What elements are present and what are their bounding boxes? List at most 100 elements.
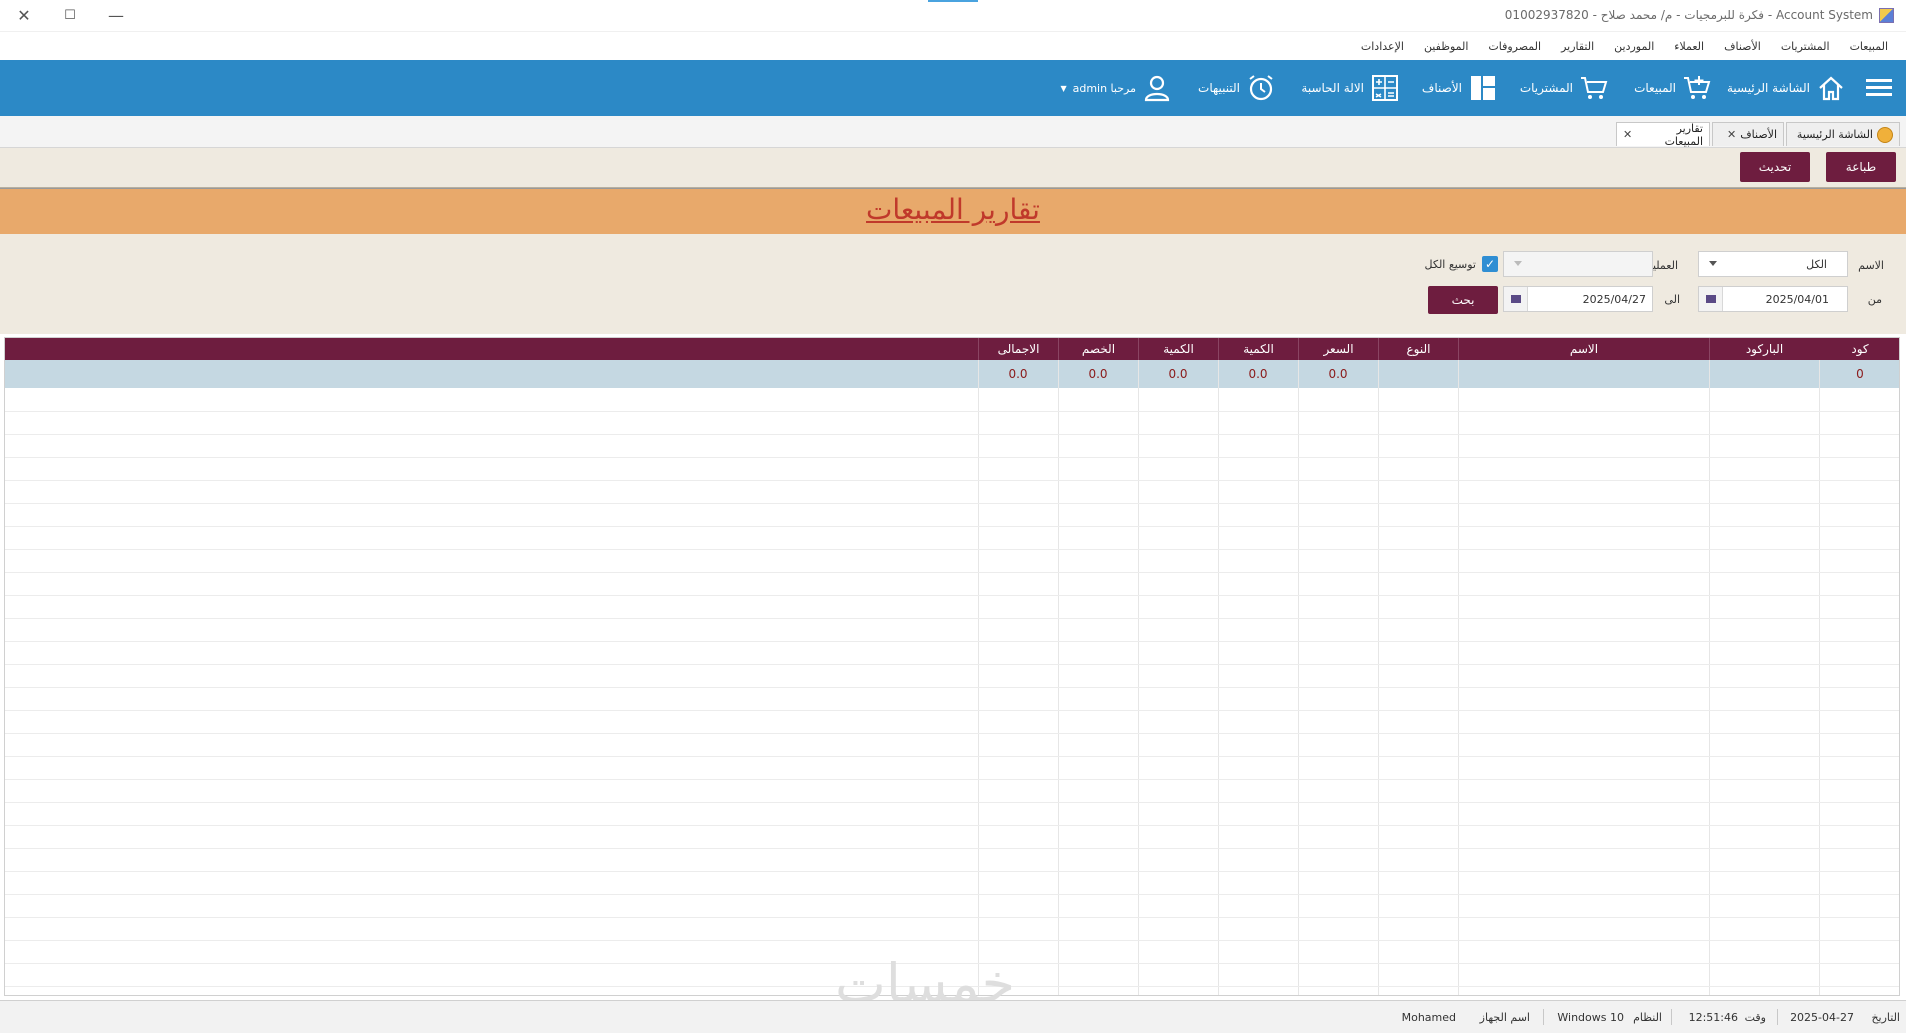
- col-type[interactable]: النوع: [1378, 338, 1458, 360]
- toolbar-home-button[interactable]: الشاشة الرئيسية: [1727, 60, 1846, 116]
- expand-all-checkbox[interactable]: ✓: [1482, 256, 1498, 272]
- grid-row-divider: [5, 940, 1899, 941]
- menu-purchases[interactable]: المشتريات: [1781, 40, 1830, 53]
- toolbar-sales-label: المبيعات: [1634, 81, 1676, 95]
- toolbar-purchases-button[interactable]: المشتريات: [1520, 60, 1609, 116]
- status-os-label: النظام: [1633, 1011, 1662, 1024]
- grid-row-divider: [5, 641, 1899, 642]
- grid-column-divider: [1058, 360, 1059, 995]
- page-title: تقارير المبيعات: [866, 193, 1040, 226]
- sales-report-grid[interactable]: كود الباركود الاسم النوع السعر الكمية ال…: [4, 337, 1900, 996]
- tab-items-label: الأصناف: [1740, 128, 1777, 141]
- col-price[interactable]: السعر: [1298, 338, 1378, 360]
- toolbar-user-label: مرحبا admin: [1072, 81, 1136, 95]
- tab-items[interactable]: الأصناف ✕: [1712, 122, 1784, 146]
- minimize-icon[interactable]: —: [104, 4, 128, 28]
- grid-row-divider: [5, 434, 1899, 435]
- toolbar-calculator-label: الالة الحاسبة: [1301, 81, 1364, 95]
- grid-row-divider: [5, 710, 1899, 711]
- grid-row-divider: [5, 756, 1899, 757]
- col-total[interactable]: الاجمالى: [978, 338, 1058, 360]
- grid-row-divider: [5, 549, 1899, 550]
- status-bar: التاريخ 2025-04-27 وقت 12:51:46 النظام W…: [0, 1000, 1906, 1033]
- toolbar-sales-button[interactable]: المبيعات: [1634, 60, 1712, 116]
- col-quantity-2[interactable]: الكمية: [1138, 338, 1218, 360]
- col-discount[interactable]: الخصم: [1058, 338, 1138, 360]
- main-toolbar: الشاشة الرئيسية المبيعات المشتريات الأصن…: [0, 60, 1906, 116]
- menu-items[interactable]: الأصناف: [1724, 40, 1761, 53]
- client-filter-select[interactable]: [1503, 251, 1653, 277]
- toolbar-user-menu[interactable]: مرحبا admin ▼: [1060, 60, 1172, 116]
- home-icon: [1819, 76, 1843, 101]
- tab-strip: الشاشة الرئيسية الأصناف ✕ تقارير المبيعا…: [0, 116, 1906, 148]
- toolbar-calculator-button[interactable]: الالة الحاسبة: [1301, 60, 1400, 116]
- status-os-value: Windows 10: [1557, 1011, 1624, 1024]
- grid-column-divider: [1458, 360, 1459, 995]
- grid-row-divider: [5, 871, 1899, 872]
- from-date-input[interactable]: 2025/04/01: [1698, 286, 1848, 312]
- status-time-value: 12:51:46: [1688, 1011, 1738, 1024]
- tab-sales-reports[interactable]: تقارير المبيعات ✕: [1616, 121, 1710, 148]
- cell-barcode: [1709, 360, 1819, 388]
- refresh-button[interactable]: تحديث: [1740, 152, 1810, 182]
- close-icon[interactable]: ✕: [12, 4, 36, 28]
- search-button[interactable]: بحث: [1428, 286, 1498, 314]
- name-filter-dropdown-icon: [1709, 261, 1717, 266]
- from-date-label: من: [1867, 293, 1882, 306]
- print-button[interactable]: طباعة: [1826, 152, 1896, 182]
- grid-row-divider: [5, 595, 1899, 596]
- status-separator: [1671, 1009, 1672, 1025]
- table-row[interactable]: 0 0.0 0.0 0.0 0.0 0.0: [5, 360, 1899, 388]
- cell-discount: 0.0: [1088, 367, 1108, 381]
- grid-row-divider: [5, 733, 1899, 734]
- col-barcode[interactable]: الباركود: [1709, 338, 1819, 360]
- toolbar-items-button[interactable]: الأصناف: [1422, 60, 1498, 116]
- tab-sales-reports-label: تقارير المبيعات: [1664, 121, 1703, 148]
- name-filter-select[interactable]: الكل: [1698, 251, 1848, 277]
- tab-sales-reports-close-icon[interactable]: ✕: [1623, 128, 1632, 141]
- cell-quantity-2: 0.0: [1168, 367, 1188, 381]
- grid-row-divider: [5, 618, 1899, 619]
- grid-row-divider: [5, 503, 1899, 504]
- grid-row-divider: [5, 480, 1899, 481]
- tab-items-close-icon[interactable]: ✕: [1727, 128, 1736, 141]
- menu-customers[interactable]: العملاء: [1674, 40, 1704, 53]
- status-date-label: التاريخ: [1871, 1011, 1900, 1024]
- col-quantity[interactable]: الكمية: [1218, 338, 1298, 360]
- col-code[interactable]: كود: [1819, 338, 1899, 360]
- menu-suppliers[interactable]: الموردين: [1614, 40, 1654, 53]
- menu-settings[interactable]: الإعدادات: [1361, 40, 1404, 53]
- user-icon: [1144, 75, 1170, 102]
- grid-column-divider: [1298, 360, 1299, 995]
- hamburger-menu-button[interactable]: [1864, 60, 1894, 116]
- to-date-input[interactable]: 2025/04/27: [1503, 286, 1653, 312]
- dashboard-icon: [1471, 76, 1495, 100]
- tab-home-label: الشاشة الرئيسية: [1796, 128, 1873, 141]
- grid-row-divider: [5, 802, 1899, 803]
- col-name[interactable]: الاسم: [1458, 338, 1709, 360]
- menu-reports[interactable]: التقارير: [1561, 40, 1594, 53]
- expand-all-label: توسيع الكل: [1424, 258, 1476, 271]
- grid-column-divider: [978, 360, 979, 995]
- maximize-icon[interactable]: ☐: [58, 4, 82, 28]
- menu-expenses[interactable]: المصروفات: [1488, 40, 1541, 53]
- grid-row-divider: [5, 572, 1899, 573]
- grid-row-divider: [5, 457, 1899, 458]
- cell-price: 0.0: [1328, 367, 1348, 381]
- grid-row-divider: [5, 825, 1899, 826]
- cart-plus-icon: [1684, 76, 1711, 99]
- status-device-label: اسم الجهاز: [1479, 1011, 1530, 1024]
- hamburger-icon: [1866, 79, 1892, 96]
- to-calendar-icon[interactable]: [1504, 287, 1528, 311]
- grid-row-divider: [5, 664, 1899, 665]
- menu-sales[interactable]: المبيعات: [1850, 40, 1888, 53]
- toolbar-home-label: الشاشة الرئيسية: [1727, 81, 1810, 95]
- title-bar: ✕ ☐ — Account System - فكرة للبرمجيات - …: [0, 0, 1906, 32]
- menu-employees[interactable]: الموظفين: [1424, 40, 1468, 53]
- from-calendar-icon[interactable]: [1699, 287, 1723, 311]
- toolbar-alerts-button[interactable]: التنبيهات: [1198, 60, 1276, 116]
- tab-home[interactable]: الشاشة الرئيسية: [1786, 122, 1900, 146]
- home-tab-icon: [1877, 126, 1893, 143]
- status-device-value: Mohamed: [1401, 1011, 1456, 1024]
- page-header-banner: تقارير المبيعات: [0, 188, 1906, 234]
